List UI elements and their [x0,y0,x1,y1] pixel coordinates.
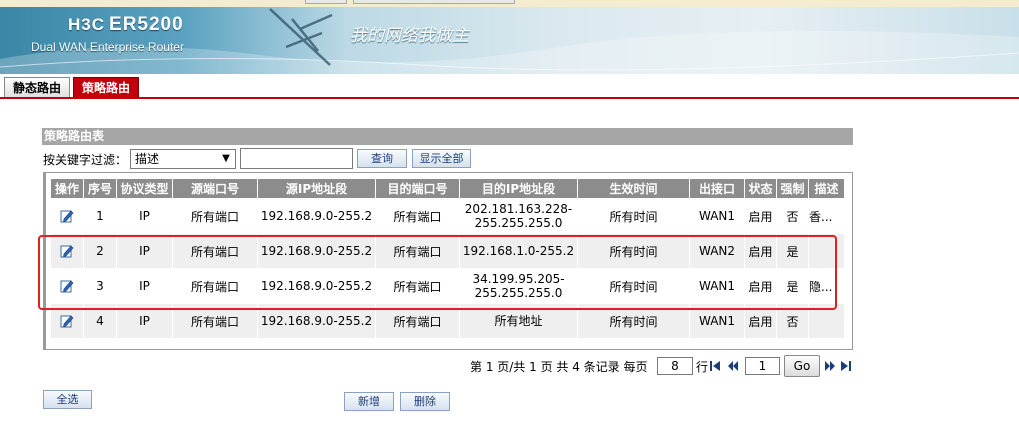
next-page-icon[interactable] [825,360,835,372]
rows-label: 行 [696,360,709,374]
go-button[interactable]: Go [784,355,820,377]
filter-label: 按关键字过滤： [43,153,128,167]
column-header: 状态 [744,178,777,199]
search-button[interactable]: 查询 [357,149,407,168]
src-ip-cell: 192.168.9.0-255.2 [257,198,376,234]
tab-underline [0,97,1019,99]
protocol-cell: IP [116,198,173,234]
table-row: 1 IP 所有端口 192.168.9.0-255.2 所有端口 202.181.163.… [50,198,845,234]
column-header: 源端口号 [172,178,258,199]
last-page-icon[interactable] [841,360,851,372]
product-subtitle: Dual WAN Enterprise Router [31,40,184,54]
tab-bar: 静态路由 策略路由 [0,74,1019,99]
column-header: 描述 [808,178,845,199]
highlight-box [38,235,837,310]
force-cell: 否 [776,198,809,234]
top-tab-stub [305,0,347,4]
dst-port-cell: 所有端口 [375,198,460,234]
column-header: 操作 [50,178,84,199]
tab-policy-route[interactable]: 策略路由 [73,77,140,99]
filter-selected-value: 描述 [135,152,160,166]
show-all-button[interactable]: 显示全部 [412,149,471,168]
column-header: 协议类型 [116,178,173,199]
dst-ip-cell: 202.181.163.228-255.255.255.0 [459,198,578,234]
time-cell: 所有时间 [577,198,690,234]
select-all-button[interactable]: 全选 [43,390,92,409]
prev-page-icon[interactable] [728,360,738,372]
per-page-input[interactable]: 8 [657,357,693,375]
column-header: 强制 [776,178,809,199]
header-banner: H3C ER5200 Dual WAN Enterprise Router 我的网… [0,7,1019,74]
column-header: 序号 [83,178,117,199]
model-name: ER5200 [109,14,184,35]
tab-static-route[interactable]: 静态路由 [4,77,71,99]
column-header: 生效时间 [577,178,690,199]
column-header: 目的IP地址段 [459,178,578,199]
column-header: 源IP地址段 [257,178,376,199]
add-button[interactable]: 新增 [344,392,394,411]
column-header: 出接口 [689,178,745,199]
browser-top-strip [0,0,1019,7]
panel-title: 策略路由表 [42,128,853,145]
table-header-row: 操作 序号 协议类型 源端口号 源IP地址段 目的端口号 目的IP地址段 生效时间 出接口 状态强… [50,178,845,199]
src-port-cell: 所有端口 [172,198,258,234]
brand-name: H3C [68,15,106,34]
chevron-down-icon: ▼ [222,153,230,164]
filter-keyword-input[interactable] [240,148,353,169]
pager-summary: 第 1 页/共 1 页 共 4 条记录 每页 [470,360,648,374]
filter-field-select[interactable]: 描述 ▼ [130,149,236,169]
edit-icon[interactable] [60,314,74,328]
edit-cell[interactable] [50,198,84,234]
desc-cell: 香... [808,198,845,234]
top-tab-stub [353,0,515,4]
brand-logo: H3C ER5200 [68,14,184,36]
slogan: 我的网络我做主 [350,26,469,46]
interface-cell: WAN1 [689,198,745,234]
first-page-icon[interactable] [710,360,720,372]
edit-icon[interactable] [60,209,74,223]
column-header: 目的端口号 [375,178,460,199]
delete-button[interactable]: 删除 [400,392,450,411]
page-number-input[interactable]: 1 [745,357,780,375]
seq-cell: 1 [83,198,117,234]
status-cell: 启用 [744,198,777,234]
